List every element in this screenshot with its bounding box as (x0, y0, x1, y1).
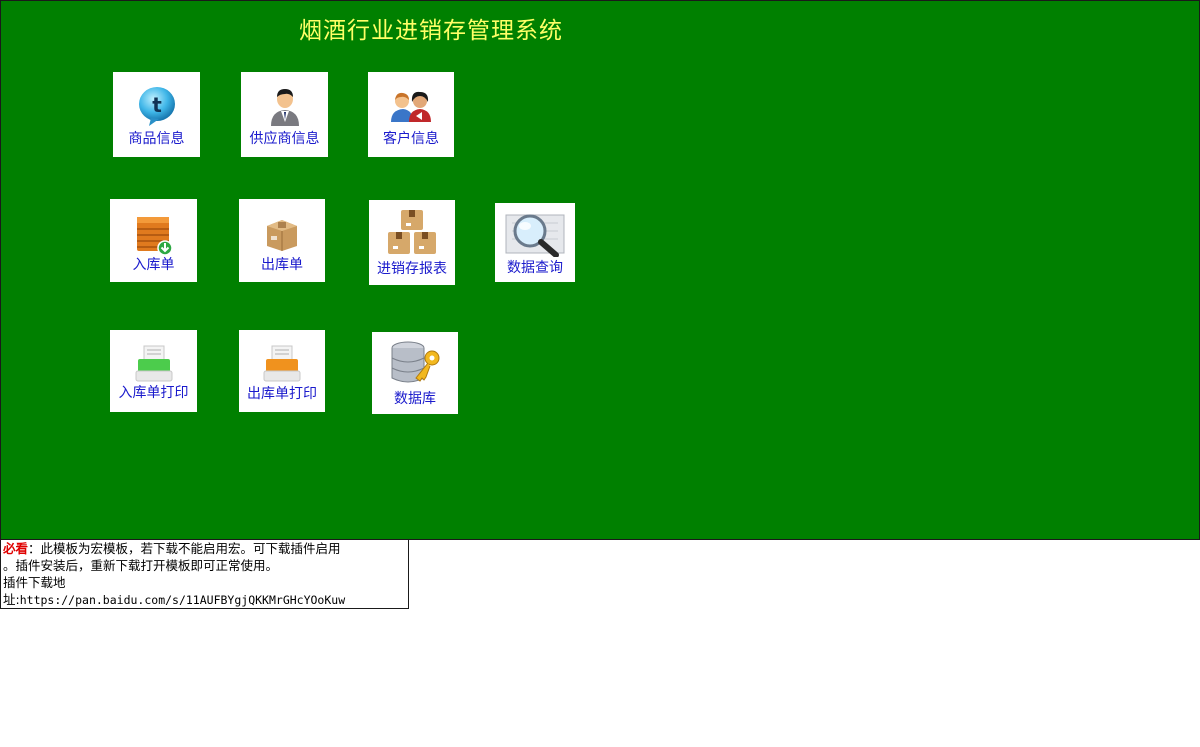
data-query-label: 数据查询 (507, 260, 563, 276)
inventory-report-button[interactable]: 进销存报表 (369, 200, 455, 285)
stock-in-label: 入库单 (132, 257, 175, 273)
print-stock-out-button[interactable]: 出库单打印 (239, 330, 325, 412)
must-read-label: 必看 (3, 541, 29, 556)
print-stock-in-label: 入库单打印 (118, 385, 189, 401)
print-stock-in-button[interactable]: 入库单打印 (110, 330, 197, 412)
database-label: 数据库 (394, 391, 436, 407)
notice-text-1: 此模板为宏模板，若下载不能启用宏。可下载插件启用 (40, 541, 341, 556)
cardboard-box-icon (267, 220, 297, 251)
magnifier-icon (505, 214, 565, 257)
crate-download-icon (136, 217, 173, 255)
notice-line-1: 必看：此模板为宏模板，若下载不能启用宏。可下载插件启用 (3, 541, 341, 556)
svg-text:t: t (152, 93, 162, 117)
notice-box: 必看：此模板为宏模板，若下载不能启用宏。可下载插件启用 。插件安装后，重新下载打… (0, 539, 409, 609)
supplier-info-button[interactable]: 供应商信息 (241, 72, 328, 157)
tweet-bubble-icon: t (138, 87, 175, 126)
print-stock-out-label: 出库单打印 (247, 386, 317, 402)
inventory-report-label: 进销存报表 (377, 261, 447, 277)
stock-in-button[interactable]: 入库单 (110, 199, 197, 282)
product-info-label: 商品信息 (128, 131, 185, 147)
notice-line-3: 插件下载地 (3, 575, 66, 590)
customer-info-button[interactable]: 客户信息 (368, 72, 454, 157)
supplier-info-label: 供应商信息 (249, 131, 320, 147)
notice-line-4: 址:https://pan.baidu.com/s/11AUFBYgjQKKMr… (3, 592, 346, 607)
stock-out-label: 出库单 (261, 257, 303, 273)
product-info-button[interactable]: t 商品信息 (113, 72, 200, 157)
stock-out-button[interactable]: 出库单 (239, 199, 325, 282)
people-icon (391, 91, 431, 122)
plugin-download-link[interactable]: https://pan.baidu.com/s/11AUFBYgjQKKMrGH… (20, 593, 345, 607)
database-key-icon (391, 341, 440, 383)
stacked-boxes-icon (388, 210, 436, 254)
businessman-icon (270, 89, 299, 126)
page-title: 烟酒行业进销存管理系统 (299, 18, 563, 44)
customer-info-label: 客户信息 (383, 131, 439, 147)
data-query-button[interactable]: 数据查询 (495, 203, 575, 282)
notice-line-2: 。插件安装后，重新下载打开模板即可正常使用。 (3, 558, 279, 573)
green-printer-icon (135, 345, 172, 382)
orange-printer-icon (263, 345, 301, 382)
database-button[interactable]: 数据库 (372, 332, 458, 414)
